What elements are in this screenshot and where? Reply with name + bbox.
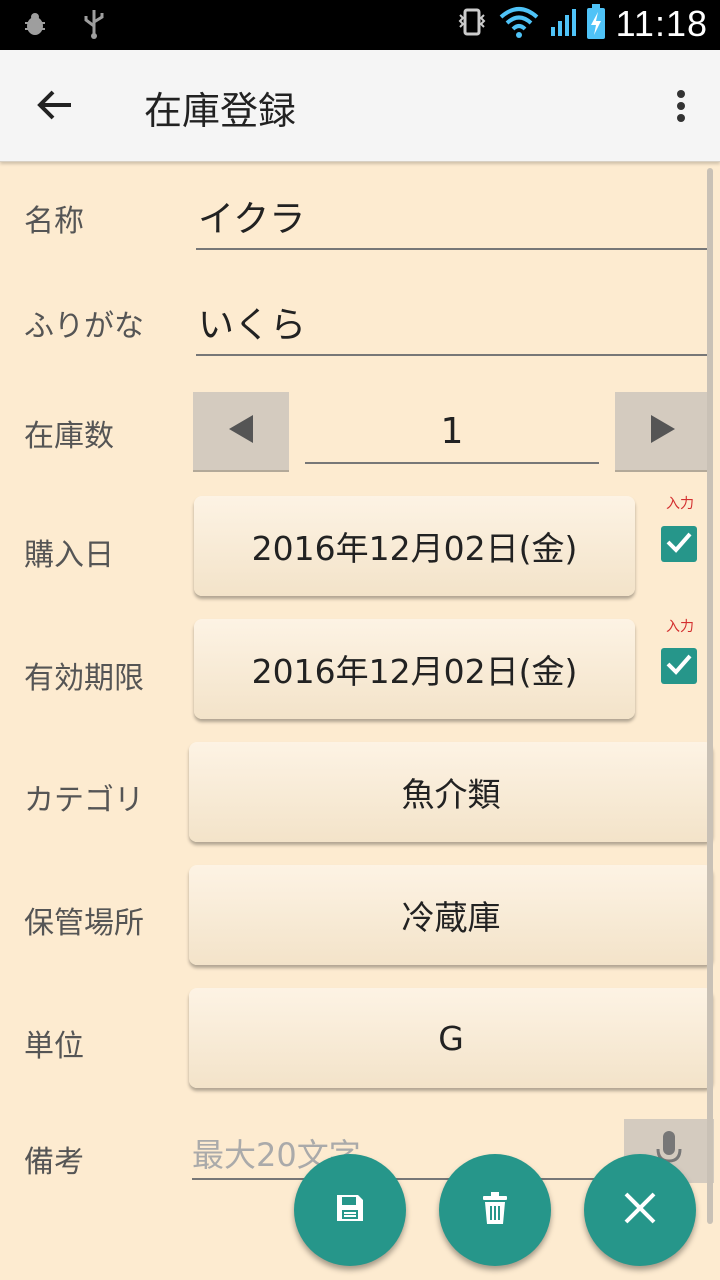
signal-icon [550,7,576,41]
purchase-date-button[interactable]: 2016年12月02日(金) [194,496,635,596]
vibrate-icon [456,5,488,43]
stock-label: 在庫数 [24,419,114,454]
scrollbar[interactable] [707,168,713,1224]
more-vert-icon [677,90,685,98]
close-icon [623,1191,657,1229]
check-icon [665,653,693,679]
decrement-button[interactable] [193,392,289,472]
increment-button[interactable] [615,392,711,472]
unit-button[interactable]: G [189,988,713,1088]
stock-quantity-input[interactable]: 1 [305,404,599,464]
trash-icon [481,1191,509,1229]
close-button[interactable] [584,1154,696,1266]
wifi-icon [498,5,540,43]
back-button[interactable] [32,84,78,130]
memo-input[interactable]: 最大20文字 [192,1130,632,1180]
check-icon [665,531,693,557]
memo-label: 備考 [24,1145,84,1180]
category-button[interactable]: 魚介類 [189,742,713,842]
status-time: 11:18 [615,3,708,44]
category-label: カテゴリ [24,783,144,818]
furigana-label: ふりがな [24,309,144,344]
more-vert-dot [677,114,685,122]
delete-button[interactable] [439,1154,551,1266]
expiry-date-checkbox[interactable] [661,648,697,684]
purchase-date-label: 購入日 [24,538,114,573]
storage-button[interactable]: 冷蔵庫 [189,865,713,965]
app-bar: 在庫登録 [0,50,720,162]
expiry-date-input-label: 入力 [666,619,694,635]
name-label: 名称 [24,204,84,239]
purchase-date-input-label: 入力 [666,496,694,512]
floppy-disk-icon [334,1192,366,1228]
expiry-date-button[interactable]: 2016年12月02日(金) [194,619,635,719]
page-title: 在庫登録 [144,89,297,133]
furigana-input[interactable]: いくら [196,296,710,356]
purchase-date-checkbox[interactable] [661,526,697,562]
status-bar: 11:18 [0,0,720,50]
usb-icon [82,8,106,44]
triangle-right-icon [649,413,677,449]
debug-bug-icon [22,11,48,41]
unit-label: 単位 [24,1029,84,1064]
save-button[interactable] [294,1154,406,1266]
battery-charging-icon [586,4,606,44]
storage-label: 保管場所 [24,906,144,941]
more-vert-dot [677,102,685,110]
expiry-date-label: 有効期限 [24,661,144,696]
overflow-menu-button[interactable] [666,84,696,128]
arrow-left-icon [37,90,73,124]
triangle-left-icon [227,413,255,449]
name-input[interactable]: イクラ [196,190,710,250]
